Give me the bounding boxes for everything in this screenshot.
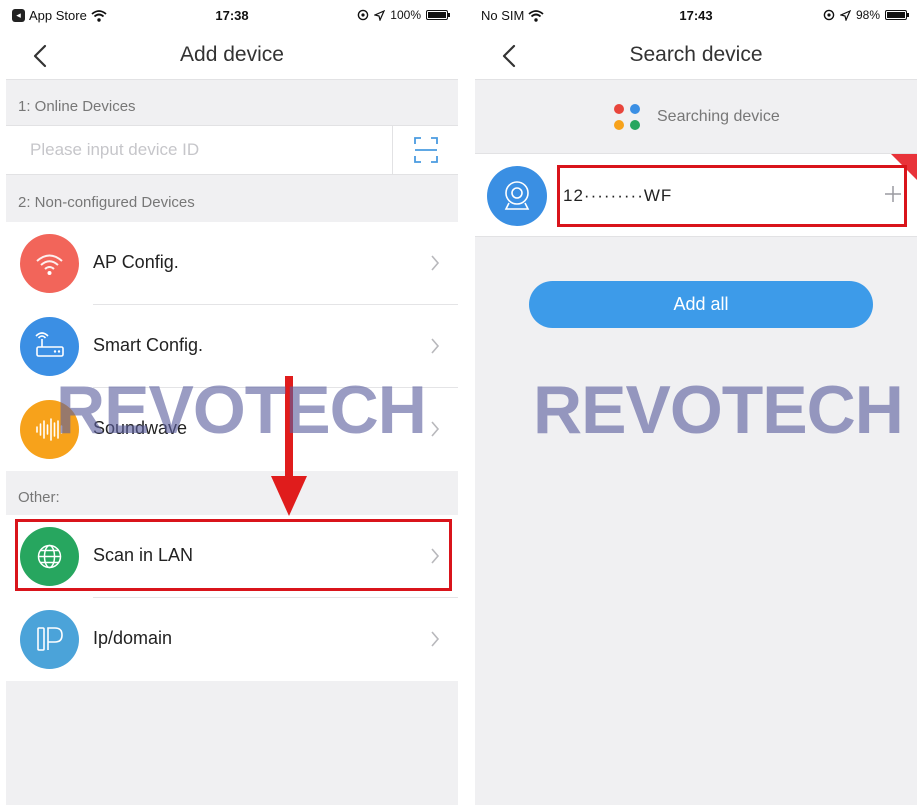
orientation-lock-icon [357, 9, 369, 21]
section-other: Other: [18, 489, 60, 506]
chevron-right-icon [431, 338, 440, 354]
ip-icon [20, 610, 79, 669]
found-device-row[interactable]: 12·········WF [475, 153, 917, 237]
device-id-label: 12·········WF [563, 186, 673, 205]
loading-dots-icon [614, 104, 640, 130]
battery-level [887, 12, 905, 18]
menu-item-soundwave[interactable]: Soundwave [6, 388, 458, 471]
menu-item-label: AP Config. [93, 252, 179, 272]
status-bar: No SIM 17:43 98% [475, 0, 917, 32]
menu-item-label: Scan in LAN [93, 545, 194, 565]
menu-item-label: Ip/domain [93, 628, 173, 648]
menu-item-label: Soundwave [93, 418, 188, 438]
arrow-down-icon [271, 376, 307, 516]
battery-percent: 100% [390, 8, 421, 22]
battery-percent: 98% [855, 8, 880, 22]
chevron-right-icon [431, 631, 440, 647]
globe-icon [20, 527, 79, 586]
searching-status: Searching device [475, 81, 917, 153]
navigation-bar: Add device [6, 32, 458, 80]
battery-level [428, 12, 446, 18]
chevron-right-icon [431, 421, 440, 437]
chevron-right-icon [431, 255, 440, 271]
orientation-lock-icon [823, 9, 835, 21]
wifi-icon [20, 234, 79, 293]
menu-item-ap-config[interactable]: AP Config. [6, 222, 458, 305]
add-device-screen: ◂ App Store 17:38 100% Add device 1: Onl… [6, 0, 458, 805]
device-id-input[interactable] [6, 126, 392, 174]
navigation-bar: Search device [475, 32, 917, 80]
camera-icon [487, 166, 547, 226]
menu-item-scan-lan[interactable]: Scan in LAN [6, 515, 458, 598]
search-device-screen: No SIM 17:43 98% Search device Searching… [475, 0, 917, 805]
scan-qr-icon [414, 137, 438, 163]
soundwave-icon [20, 400, 79, 459]
location-icon [374, 9, 386, 21]
searching-label: Searching device [657, 108, 780, 125]
battery-icon [885, 10, 909, 20]
new-badge-icon [891, 154, 917, 180]
location-icon [839, 9, 851, 21]
chevron-right-icon [431, 548, 440, 564]
router-icon [20, 317, 79, 376]
device-id-row [6, 125, 458, 175]
section-online-devices: 1: Online Devices [18, 98, 136, 115]
add-device-plus-icon[interactable] [883, 184, 903, 204]
menu-item-smart-config[interactable]: Smart Config. [6, 305, 458, 388]
add-all-button[interactable]: Add all [529, 281, 873, 328]
page-title: Add device [180, 43, 284, 66]
menu-item-ip-domain[interactable]: Ip/domain [6, 598, 458, 681]
status-bar: ◂ App Store 17:38 100% [6, 0, 458, 32]
battery-icon [426, 10, 450, 20]
section-nonconfigured-devices: 2: Non-configured Devices [18, 194, 195, 211]
scan-qr-button[interactable] [392, 126, 458, 174]
menu-item-label: Smart Config. [93, 335, 204, 355]
watermark: REVOTECH [533, 372, 904, 448]
page-title: Search device [629, 43, 763, 66]
